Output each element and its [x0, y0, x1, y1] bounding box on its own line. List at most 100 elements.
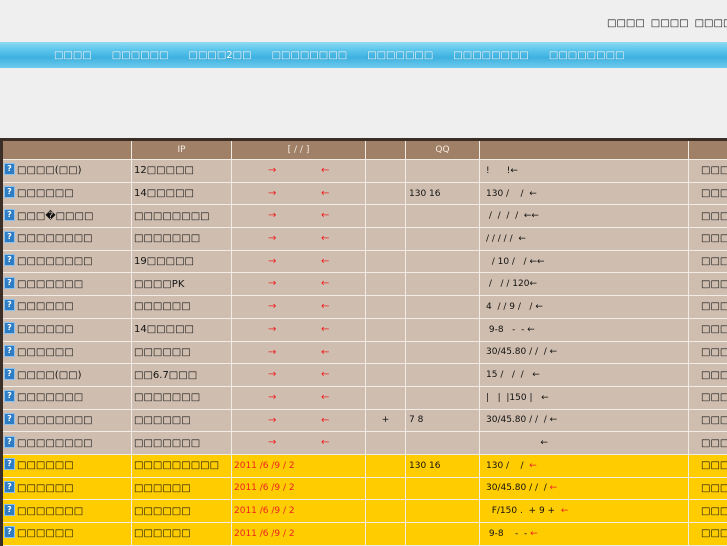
table-row[interactable]: ?□□□□□□□□□□□□□□→←+ 7 830/45.80 / / / ←□□…: [2, 409, 727, 432]
server-name[interactable]: □□□□(□□): [17, 165, 82, 176]
server-name[interactable]: □□□□□□: [17, 347, 74, 358]
qq-value: [406, 432, 480, 455]
header-time: [ / / ]: [232, 140, 366, 160]
help-icon: ?: [4, 322, 15, 334]
top-link-2[interactable]: □□□□: [651, 18, 689, 29]
detail-link[interactable]: □□□□: [689, 500, 727, 523]
qq-value: [406, 160, 480, 183]
arrow-left-icon: ←: [321, 415, 329, 426]
description: 130 / /: [486, 461, 529, 471]
server-name-cell[interactable]: ?□□□□□□□□: [2, 228, 132, 251]
detail-link[interactable]: □□□□: [689, 318, 727, 341]
server-name-cell[interactable]: ?□□□□□□: [2, 341, 132, 364]
table-row[interactable]: ?□□□□□□□□□□□□2011 /6 /9 / 230/45.80 / / …: [2, 477, 727, 500]
detail-link[interactable]: □□□□: [689, 454, 727, 477]
open-time: →←: [232, 205, 366, 228]
detail-link[interactable]: □□□□: [689, 432, 727, 455]
arrow-right-icon: →: [268, 347, 276, 358]
table-row[interactable]: ?□□□□□□□□□□□□2011 /6 /9 / 2 9-8 - - ←□□□…: [2, 523, 727, 546]
nav-item-1[interactable]: □□□□: [54, 50, 92, 61]
arrow-left-icon: ←: [321, 392, 329, 403]
table-row[interactable]: ?□□□□□□□□□□□PK→← / / / 120←□□□□: [2, 273, 727, 296]
table-row[interactable]: ?□□□□(□□)12□□□□□→←! !←□□□□: [2, 160, 727, 183]
server-name-cell[interactable]: ?□□□□□□: [2, 318, 132, 341]
arrow-right-icon: →: [268, 437, 276, 448]
table-row[interactable]: ?□□□□□□□□□□□□→←4 / / 9 / / ←□□□□: [2, 296, 727, 319]
detail-link[interactable]: □□□□: [689, 477, 727, 500]
server-name-cell[interactable]: ?□□□□□□□: [2, 386, 132, 409]
table-row[interactable]: ?□□□□□□□□□□□□→←30/45.80 / / / ←□□□□: [2, 341, 727, 364]
description: 30/45.80 / / /: [486, 483, 550, 493]
server-name-cell[interactable]: ?□□□□□□□: [2, 500, 132, 523]
col4-value: [366, 477, 406, 500]
server-name-cell[interactable]: ?□□□□□□□: [2, 273, 132, 296]
server-name-cell[interactable]: ?□□□□□□: [2, 182, 132, 205]
top-link-1[interactable]: □□□□: [607, 18, 645, 29]
detail-link[interactable]: □□□□: [689, 250, 727, 273]
table-row[interactable]: ?□□□□□□□□□□□□□2011 /6 /9 / 2 F/150 . + 9…: [2, 500, 727, 523]
server-name[interactable]: □□□□□□□: [17, 506, 83, 517]
description: / 10 / /: [486, 257, 529, 267]
server-name[interactable]: □□□□□□: [17, 188, 74, 199]
detail-link[interactable]: □□□□: [689, 296, 727, 319]
server-name[interactable]: □□□□□□□: [17, 279, 83, 290]
server-name[interactable]: □□□□□□□: [17, 392, 83, 403]
server-name-cell[interactable]: ?□□□□□□: [2, 296, 132, 319]
server-name[interactable]: □□□□□□: [17, 324, 74, 335]
server-name[interactable]: □□□�□□□□: [17, 211, 93, 222]
server-name-cell[interactable]: ?□□□□(□□): [2, 364, 132, 387]
server-name[interactable]: □□□□□□□□: [17, 415, 93, 426]
table-row[interactable]: ?□□□□(□□)□□6.7□□□→←15 / / / ←□□□□: [2, 364, 727, 387]
top-link-3[interactable]: □□□□: [695, 18, 727, 29]
detail-link[interactable]: □□□□: [689, 182, 727, 205]
col4-value: [366, 386, 406, 409]
arrow-left-icon: ←: [529, 279, 537, 289]
server-name-cell[interactable]: ?□□□□□□□□: [2, 409, 132, 432]
col4-value: [366, 228, 406, 251]
server-name[interactable]: □□□□(□□): [17, 370, 82, 381]
detail-link[interactable]: □□□□: [689, 523, 727, 546]
server-name-cell[interactable]: ?□□□�□□□□: [2, 205, 132, 228]
table-row[interactable]: ?□□□□□□□□□□□□□□□→←/ / / / / ←□□□□: [2, 228, 727, 251]
open-time: →←: [232, 250, 366, 273]
detail-link[interactable]: □□□□: [689, 273, 727, 296]
table-row[interactable]: ?□□□�□□□□□□□□□□□□→← / / / / ←←□□□□: [2, 205, 727, 228]
server-name-cell[interactable]: ?□□□□□□□□: [2, 250, 132, 273]
arrow-left-icon: ←: [541, 393, 549, 403]
server-name-cell[interactable]: ?□□□□(□□): [2, 160, 132, 183]
nav-item-3[interactable]: □□□□2□□: [189, 50, 252, 61]
server-name[interactable]: □□□□□□: [17, 460, 74, 471]
server-name[interactable]: □□□□□□□□: [17, 256, 93, 267]
description: [486, 438, 540, 448]
server-name[interactable]: □□□□□□: [17, 301, 74, 312]
detail-link[interactable]: □□□□: [689, 364, 727, 387]
detail-link[interactable]: □□□□: [689, 386, 727, 409]
detail-link[interactable]: □□□□: [689, 341, 727, 364]
description: / / / / /: [486, 234, 518, 244]
server-name-cell[interactable]: ?□□□□□□: [2, 454, 132, 477]
server-name[interactable]: □□□□□□□□: [17, 233, 93, 244]
nav-item-5[interactable]: □□□□□□□: [367, 50, 433, 61]
server-name-cell[interactable]: ?□□□□□□: [2, 523, 132, 546]
detail-link[interactable]: □□□□: [689, 228, 727, 251]
description: 9-8 - -: [486, 529, 530, 539]
table-row[interactable]: ?□□□□□□□□□□□□□□□→← ←□□□□: [2, 432, 727, 455]
table-row[interactable]: ?□□□□□□14□□□□□→← 9-8 - - ←□□□□: [2, 318, 727, 341]
nav-item-7[interactable]: □□□□□□□□: [549, 50, 625, 61]
nav-item-2[interactable]: □□□□□□: [112, 50, 169, 61]
table-row[interactable]: ?□□□□□□□□□□□□□□→←| | |150 | ←□□□□: [2, 386, 727, 409]
nav-item-6[interactable]: □□□□□□□□: [453, 50, 529, 61]
detail-link[interactable]: □□□□: [689, 409, 727, 432]
server-name[interactable]: □□□□□□: [17, 528, 74, 539]
qq-value: [406, 364, 480, 387]
detail-link[interactable]: □□□□: [689, 160, 727, 183]
table-row[interactable]: ?□□□□□□□□□□□□□□□2011 /6 /9 / 2130 16130 …: [2, 454, 727, 477]
server-name[interactable]: □□□□□□: [17, 483, 74, 494]
nav-item-4[interactable]: □□□□□□□□: [272, 50, 348, 61]
table-row[interactable]: ?□□□□□□□□19□□□□□→← / 10 / / ←←□□□□: [2, 250, 727, 273]
server-name-cell[interactable]: ?□□□□□□: [2, 477, 132, 500]
detail-link[interactable]: □□□□: [689, 205, 727, 228]
server-name[interactable]: □□□□□□□□: [17, 438, 93, 449]
table-row[interactable]: ?□□□□□□14□□□□□→←130 16130 / / ←□□□□: [2, 182, 727, 205]
server-name-cell[interactable]: ?□□□□□□□□: [2, 432, 132, 455]
